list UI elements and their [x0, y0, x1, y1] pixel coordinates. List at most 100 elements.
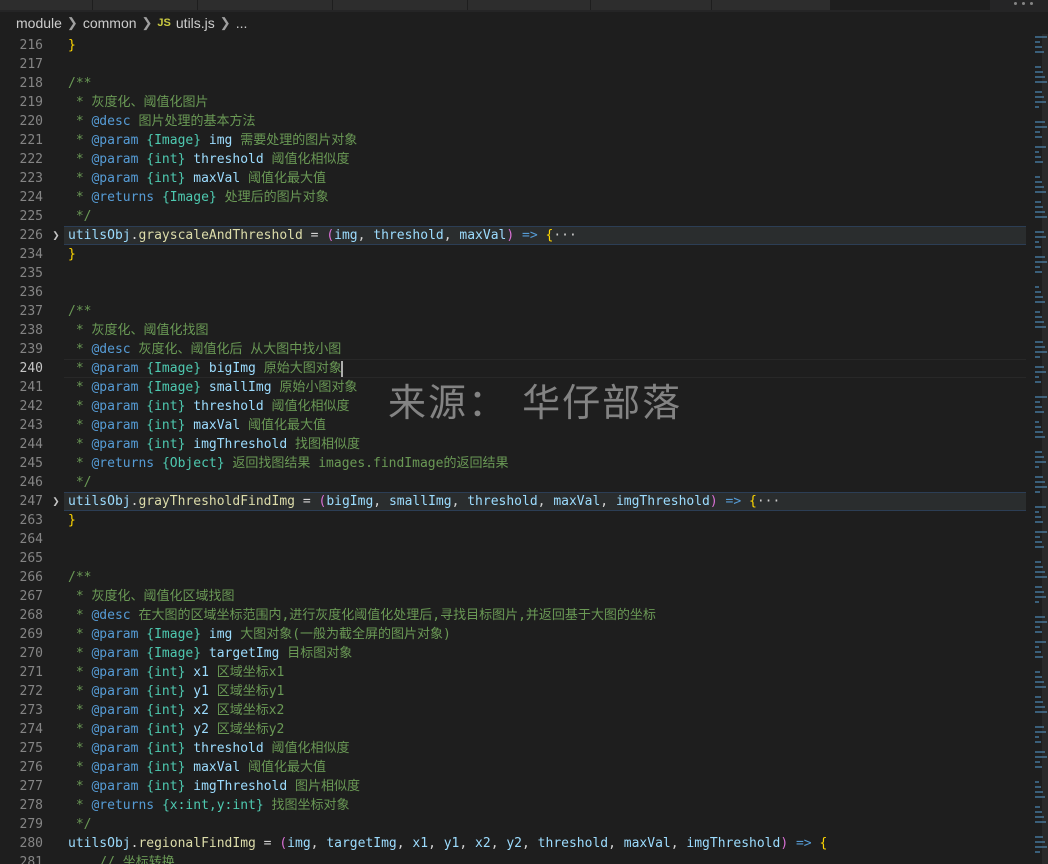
editor-tab[interactable]: [198, 0, 333, 10]
breadcrumb-file[interactable]: utils.js: [176, 15, 215, 31]
minimap-line: [1035, 676, 1042, 678]
editor-tab[interactable]: [0, 0, 93, 10]
line-number: 247: [19, 494, 43, 509]
line-number: 216: [19, 38, 43, 53]
code-text: /**: [68, 570, 92, 585]
editor-tab[interactable]: [468, 0, 591, 10]
code-editor[interactable]: 216} 217 218/** 219 * 灰度化、阈值化图片 220 * @desc …: [0, 34, 1048, 864]
code-line[interactable]: 268 * @desc 在大图的区域坐标范围内,进行灰度化阈值化处理后,寻找目标…: [0, 606, 1032, 625]
code-line[interactable]: 217: [0, 55, 1032, 74]
code-line[interactable]: 274 * @param {int} y2 区域坐标y2: [0, 720, 1032, 739]
code-line[interactable]: 280 utilsObj.regionalFindImg = (img, targ…: [0, 834, 1032, 853]
code-line[interactable]: 238 * 灰度化、阈值化找图: [0, 321, 1032, 340]
breadcrumb-symbol[interactable]: ...: [236, 15, 248, 31]
minimap-line: [1035, 246, 1041, 248]
editor-tab[interactable]: [93, 0, 198, 10]
code-line[interactable]: 244 * @param {int} imgThreshold 找图相似度: [0, 435, 1032, 454]
code-line[interactable]: 277 * @param {int} imgThreshold 图片相似度: [0, 777, 1032, 796]
minimap-line: [1035, 561, 1041, 563]
code-line[interactable]: 219 * 灰度化、阈值化图片: [0, 93, 1032, 112]
minimap-line: [1035, 66, 1041, 68]
code-text: * @param {Image} img 大图对象(一般为截全屏的图片对象): [68, 627, 451, 642]
code-text: * @param {Image} targetImg 目标图对象: [68, 646, 353, 661]
line-number: 274: [19, 722, 43, 737]
line-number: 241: [19, 380, 43, 395]
breadcrumb-common[interactable]: common: [83, 15, 137, 31]
line-number: 238: [19, 323, 43, 338]
code-line[interactable]: 235: [0, 264, 1032, 283]
code-line[interactable]: 270 * @param {Image} targetImg 目标图对象: [0, 644, 1032, 663]
line-number: 269: [19, 627, 43, 642]
minimap-line: [1035, 156, 1041, 158]
minimap-line: [1035, 176, 1040, 178]
editor-tab-active[interactable]: [831, 0, 990, 10]
code-text: * @param {Image} smallImg 原始小图对象: [68, 380, 358, 395]
code-line[interactable]: 239 * @desc 灰度化、阈值化后 从大图中找小图: [0, 340, 1032, 359]
minimap-line: [1035, 356, 1040, 358]
code-line[interactable]: 226 ❯ utilsObj.grayscaleAndThreshold = (im…: [0, 226, 1032, 245]
code-line[interactable]: 275 * @param {int} threshold 阈值化相似度: [0, 739, 1032, 758]
minimap-line: [1035, 241, 1039, 243]
code-line[interactable]: 218 /**: [0, 74, 1032, 93]
code-line[interactable]: 264: [0, 530, 1032, 549]
minimap-line: [1035, 851, 1040, 853]
minimap-line: [1035, 696, 1041, 698]
minimap-line: [1035, 381, 1041, 383]
more-actions-icon[interactable]: [1010, 0, 1040, 10]
code-text: * @param {int} x1 区域坐标x1: [68, 665, 285, 680]
code-text: utilsObj.grayThresholdFindImg = (bigImg,…: [68, 494, 781, 509]
code-text: * @param {int} threshold 阈值化相似度: [68, 399, 350, 414]
code-line[interactable]: 266 /**: [0, 568, 1032, 587]
code-line[interactable]: 247 ❯ utilsObj.grayThresholdFindImg = (big…: [0, 492, 1032, 511]
minimap-line: [1035, 651, 1041, 653]
fold-chevron-right-icon[interactable]: ❯: [50, 226, 62, 245]
code-line[interactable]: 216}: [0, 36, 1032, 55]
chevron-right-icon: ❯: [66, 15, 78, 30]
code-line[interactable]: 220 * @desc 图片处理的基本方法: [0, 112, 1032, 131]
minimap-line: [1035, 311, 1040, 313]
code-line[interactable]: 222 * @param {int} threshold 阈值化相似度: [0, 150, 1032, 169]
code-line[interactable]: 234}: [0, 245, 1032, 264]
code-line[interactable]: 221 * @param {Image} img 需要处理的图片对象: [0, 131, 1032, 150]
minimap-line: [1035, 41, 1040, 43]
fold-chevron-right-icon[interactable]: ❯: [50, 492, 62, 511]
code-text: * 灰度化、阈值化区域找图: [68, 589, 235, 604]
code-line[interactable]: 281 // 坐标转换: [0, 853, 1032, 864]
code-text: * @param {int} maxVal 阈值化最大值: [68, 760, 327, 775]
minimap-line: [1035, 271, 1042, 273]
code-line[interactable]: 236: [0, 283, 1032, 302]
minimap-line: [1035, 736, 1039, 738]
code-line[interactable]: 276 * @param {int} maxVal 阈值化最大值: [0, 758, 1032, 777]
code-line[interactable]: 225 */: [0, 207, 1032, 226]
line-number: 267: [19, 589, 43, 604]
code-line[interactable]: 265: [0, 549, 1032, 568]
code-text: * @param {int} y2 区域坐标y2: [68, 722, 285, 737]
code-line[interactable]: 223 * @param {int} maxVal 阈值化最大值: [0, 169, 1032, 188]
line-number: 276: [19, 760, 43, 775]
code-line[interactable]: 278 * @returns {x:int,y:int} 找图坐标对象: [0, 796, 1032, 815]
editor-tab[interactable]: [333, 0, 468, 10]
minimap-line: [1035, 811, 1042, 813]
code-line[interactable]: 224 * @returns {Image} 处理后的图片对象: [0, 188, 1032, 207]
code-line[interactable]: 279 */: [0, 815, 1032, 834]
code-line[interactable]: 272 * @param {int} y1 区域坐标y1: [0, 682, 1032, 701]
code-line[interactable]: 245 * @returns {Object} 返回找图结果 images.fi…: [0, 454, 1032, 473]
line-number: 243: [19, 418, 43, 433]
code-text: * @param {int} threshold 阈值化相似度: [68, 741, 350, 756]
code-line[interactable]: 267 * 灰度化、阈值化区域找图: [0, 587, 1032, 606]
code-line[interactable]: 263}: [0, 511, 1032, 530]
code-text: utilsObj.regionalFindImg = (img, targetI…: [68, 836, 828, 851]
code-line[interactable]: 269 * @param {Image} img 大图对象(一般为截全屏的图片对…: [0, 625, 1032, 644]
editor-tab[interactable]: [591, 0, 712, 10]
breadcrumb-module[interactable]: module: [16, 15, 62, 31]
minimap-line: [1035, 136, 1042, 138]
code-line[interactable]: 273 * @param {int} x2 区域坐标x2: [0, 701, 1032, 720]
minimap-line: [1035, 766, 1042, 768]
code-text: }: [68, 38, 76, 53]
vertical-scrollbar[interactable]: [1042, 34, 1048, 864]
code-line[interactable]: 237 /**: [0, 302, 1032, 321]
minimap-line: [1035, 421, 1039, 423]
code-line[interactable]: 246 */: [0, 473, 1032, 492]
code-line[interactable]: 271 * @param {int} x1 区域坐标x1: [0, 663, 1032, 682]
editor-tab[interactable]: [712, 0, 831, 10]
